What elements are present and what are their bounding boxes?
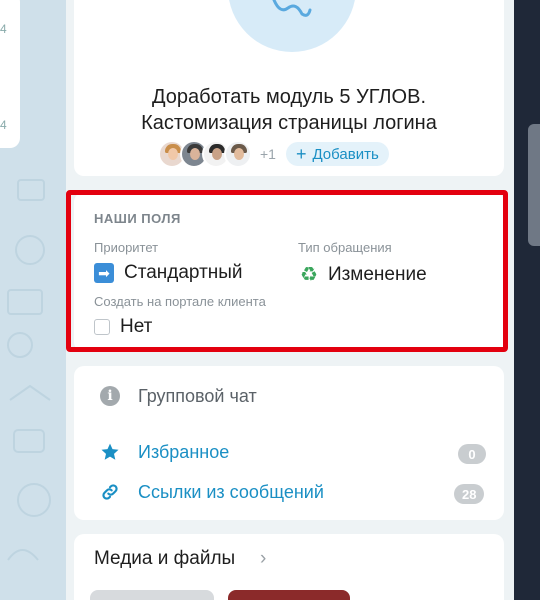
link-icon xyxy=(98,480,122,504)
chevron-right-icon: › xyxy=(260,548,267,569)
highlight-frame xyxy=(66,190,508,352)
favorites-row[interactable]: Избранное xyxy=(98,440,229,464)
favorites-label: Избранное xyxy=(138,441,230,462)
task-avatar xyxy=(228,0,356,52)
group-chat-row[interactable]: i Групповой чат xyxy=(98,384,257,408)
media-files-card[interactable]: Медиа и файлы › xyxy=(74,534,504,600)
message-links-label: Ссылки из сообщений xyxy=(138,481,324,502)
right-panel-edge xyxy=(514,0,540,600)
task-title-line1: Доработать модуль 5 УГЛОВ. xyxy=(151,86,426,108)
task-header-card: Доработать модуль 5 УГЛОВ. Кастомизация … xyxy=(74,0,504,176)
partial-text: 4 xyxy=(0,118,7,132)
favorites-count-badge: 0 xyxy=(458,444,486,464)
plus-icon: + xyxy=(295,144,307,164)
media-files-title: Медиа и файлы xyxy=(94,548,236,569)
member-avatar[interactable] xyxy=(224,140,252,168)
media-thumbnail[interactable] xyxy=(228,590,350,600)
media-thumbnail[interactable] xyxy=(90,590,214,600)
add-member-button[interactable]: + Добавить xyxy=(285,142,389,166)
message-links-row[interactable]: Ссылки из сообщений xyxy=(98,480,324,504)
add-member-label: Добавить xyxy=(312,145,379,163)
partial-text: 4 xyxy=(0,22,7,36)
members-row: +1 + Добавить xyxy=(158,140,389,168)
star-icon xyxy=(98,440,122,464)
task-title-line2: Кастомизация страницы логина xyxy=(141,112,437,134)
previous-message-card: 4 4 xyxy=(0,0,20,148)
chat-links-card: i Групповой чат Избранное 0 Ссылки из со… xyxy=(74,366,504,520)
info-icon: i xyxy=(98,384,122,408)
map-icon xyxy=(272,0,312,17)
message-links-count-badge: 28 xyxy=(454,484,485,504)
group-chat-label: Групповой чат xyxy=(138,385,257,406)
more-members-count[interactable]: +1 xyxy=(260,146,276,162)
scrollbar-handle[interactable] xyxy=(528,124,540,246)
